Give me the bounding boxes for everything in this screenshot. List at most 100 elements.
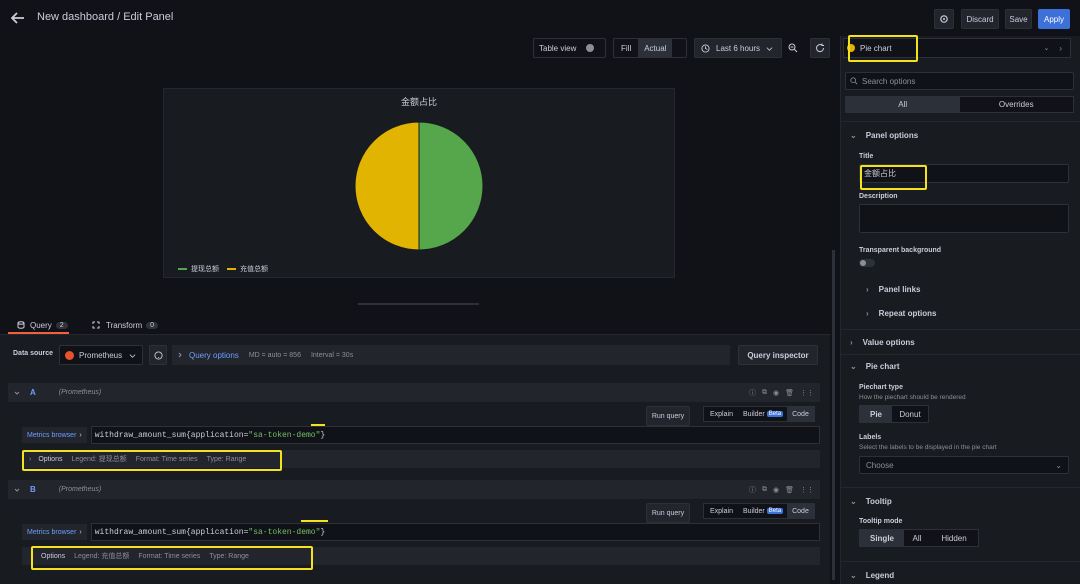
run-query-button[interactable]: Run query xyxy=(646,503,690,523)
tab-all[interactable]: All xyxy=(846,97,960,112)
trash-icon[interactable]: 🗑 xyxy=(785,485,794,495)
query-datasource-name: (Prometheus) xyxy=(58,486,102,493)
panel-title: 金额占比 xyxy=(400,97,437,107)
repeat-options-section[interactable]: › Repeat options xyxy=(866,309,936,318)
duplicate-icon[interactable]: ⧉ xyxy=(762,388,767,398)
database-icon xyxy=(17,321,25,329)
data-source-picker[interactable]: Prometheus xyxy=(59,345,143,365)
legend-item[interactable]: 提现总额 xyxy=(178,264,219,274)
drag-handle-icon[interactable]: ⋮⋮ xyxy=(800,485,814,495)
transparent-background-switch[interactable] xyxy=(859,259,875,267)
metrics-browser-label: Metrics browser xyxy=(27,431,77,439)
all-option[interactable]: All xyxy=(904,530,930,546)
chevron-down-icon xyxy=(766,45,773,52)
hidden-option[interactable]: Hidden xyxy=(930,530,978,546)
duplicate-icon[interactable]: ⧉ xyxy=(762,485,767,495)
query-options-row[interactable]: Options Legend: 充值总额 Format: Time series… xyxy=(22,547,820,565)
page-title: New dashboard / Edit Panel xyxy=(37,11,174,23)
chevron-right-icon: › xyxy=(29,455,32,463)
code-option[interactable]: Code xyxy=(787,407,814,421)
tooltip-mode-radio: Single All Hidden xyxy=(859,529,979,547)
help-icon[interactable]: ⓘ xyxy=(749,388,756,398)
explain-toggle[interactable]: Explain xyxy=(704,411,739,418)
query-inspector-button[interactable]: Query inspector xyxy=(738,345,818,365)
donut-option[interactable]: Donut xyxy=(892,406,928,422)
value-options-section[interactable]: › Value options xyxy=(850,338,915,347)
format-value: Format: Time series xyxy=(138,552,201,560)
title-input[interactable]: 金额占比 xyxy=(859,164,1069,183)
builder-option[interactable]: Builder Beta xyxy=(739,508,787,515)
actual-option[interactable]: Actual xyxy=(638,39,673,57)
discard-button[interactable]: Discard xyxy=(961,9,999,29)
tab-transform-label: Transform xyxy=(106,320,143,330)
metrics-browser-button[interactable]: Metrics browser › xyxy=(22,427,87,443)
tooltip-section[interactable]: ⌄ Tooltip xyxy=(850,497,892,506)
code-option[interactable]: Code xyxy=(787,504,814,518)
chevron-down-icon: ⌄ xyxy=(850,571,857,580)
expr-metric: withdraw_amount_sum{ xyxy=(94,527,191,537)
metrics-browser-button[interactable]: Metrics browser › xyxy=(22,524,87,540)
collapse-chevron-icon[interactable] xyxy=(14,390,20,396)
query-letter[interactable]: A xyxy=(30,388,36,397)
tab-query[interactable]: Query 2 xyxy=(8,318,69,334)
chevron-right-icon[interactable]: › xyxy=(1059,44,1062,53)
type-value: Type: Range xyxy=(206,455,247,463)
search-options-input[interactable]: Search options xyxy=(845,72,1074,90)
save-button[interactable]: Save xyxy=(1005,9,1032,29)
expr-label-value: "sa-token-demo" xyxy=(248,430,321,440)
chevron-right-icon: › xyxy=(79,528,82,536)
title-input-value: 金额占比 xyxy=(864,169,896,178)
pie-slice-2[interactable] xyxy=(354,121,420,251)
eye-icon[interactable]: ◉ xyxy=(773,485,779,495)
visualization-picker[interactable]: Pie chart ⌄ › xyxy=(843,38,1071,58)
resize-handle[interactable] xyxy=(358,303,479,305)
clock-icon xyxy=(701,43,710,53)
vertical-scrollbar[interactable] xyxy=(832,250,835,580)
query-letter[interactable]: B xyxy=(30,485,36,494)
tab-overrides[interactable]: Overrides xyxy=(960,97,1074,112)
panel-links-label: Panel links xyxy=(878,285,921,294)
time-picker[interactable]: Last 6 hours xyxy=(694,38,782,58)
expr-metric: withdraw_amount_sum{ xyxy=(94,430,191,440)
pie-chart-section[interactable]: ⌄ Pie chart xyxy=(850,362,900,371)
query-code-input[interactable]: withdraw_amount_sum{application = "sa-toke… xyxy=(90,426,820,444)
tab-query-label: Query xyxy=(30,320,52,330)
legend-item[interactable]: 充值总额 xyxy=(227,264,268,274)
single-option[interactable]: Single xyxy=(860,530,904,546)
data-source-help-button[interactable] xyxy=(149,345,167,365)
legend-value: Legend: 提现总额 xyxy=(71,456,127,463)
builder-option[interactable]: Builder Beta xyxy=(739,411,787,418)
options-label: Options xyxy=(38,455,63,463)
query-actions: ⓘ ⧉ ◉ 🗑 ⋮⋮ xyxy=(749,485,820,495)
query-code-input[interactable]: withdraw_amount_sum{application = "sa-toke… xyxy=(90,523,820,541)
query-options-row[interactable]: › Options Legend: 提现总额 Format: Time seri… xyxy=(22,450,820,468)
help-icon[interactable]: ⓘ xyxy=(749,485,756,495)
interval-value: Interval = 30s xyxy=(310,351,354,359)
refresh-button[interactable] xyxy=(810,38,830,58)
description-textarea[interactable] xyxy=(859,204,1069,233)
tooltip-mode-label: Tooltip mode xyxy=(859,518,903,525)
explain-toggle[interactable]: Explain xyxy=(704,508,739,515)
collapse-chevron-icon[interactable] xyxy=(14,487,20,493)
drag-handle-icon[interactable]: ⋮⋮ xyxy=(800,388,814,398)
run-query-button[interactable]: Run query xyxy=(646,406,690,426)
zoom-out-button[interactable] xyxy=(784,38,802,58)
trash-icon[interactable]: 🗑 xyxy=(785,388,794,398)
panel-links-section[interactable]: › Panel links xyxy=(866,285,920,294)
pie-slice-1[interactable] xyxy=(418,121,484,251)
tab-transform[interactable]: Transform 0 xyxy=(92,318,159,332)
query-options-bar[interactable]: Query options MD = auto = 856 Interval =… xyxy=(172,345,730,365)
pane-divider xyxy=(841,121,1080,122)
panel-options-section[interactable]: ⌄ Panel options xyxy=(850,131,918,140)
pie-option[interactable]: Pie xyxy=(860,406,892,422)
table-view-toggle[interactable]: Table view xyxy=(533,38,606,58)
eye-icon[interactable]: ◉ xyxy=(773,388,779,398)
legend-section[interactable]: ⌄ Legend xyxy=(850,571,894,580)
settings-button[interactable] xyxy=(934,9,954,29)
apply-button[interactable]: Apply xyxy=(1038,9,1070,29)
top-bar: New dashboard / Edit Panel Discard Save … xyxy=(0,0,1080,36)
expr-close: } xyxy=(320,430,326,440)
back-arrow-icon[interactable] xyxy=(10,10,26,26)
fill-option[interactable]: Fill xyxy=(614,44,638,53)
labels-select[interactable]: Choose ⌄ xyxy=(859,456,1069,474)
